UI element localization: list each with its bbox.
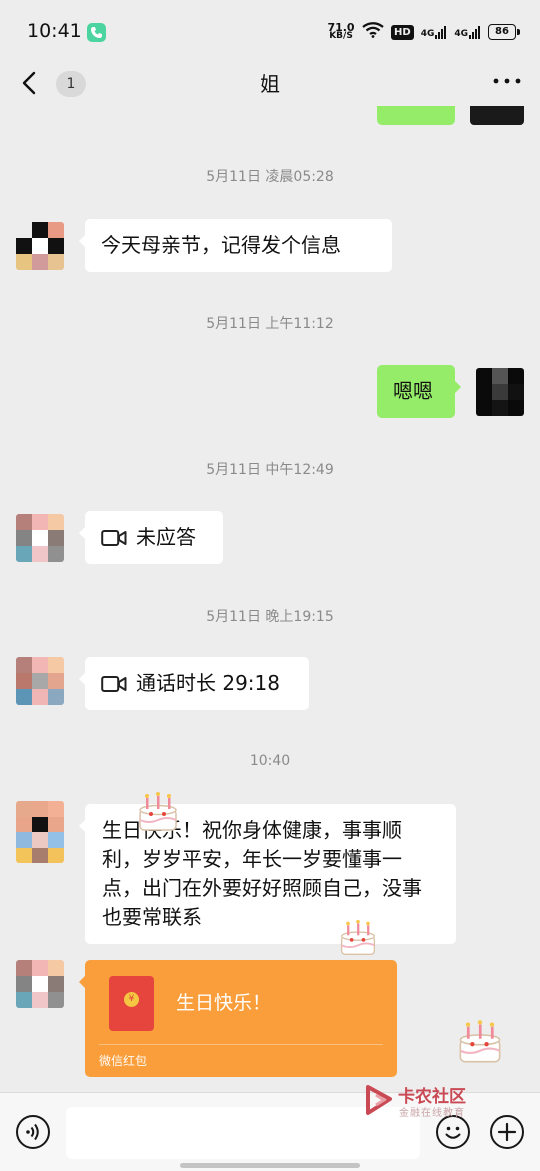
status-bar: 10:41 71.0 KB/S HD 4G 4G 86: [0, 0, 540, 58]
status-icons: 71.0 KB/S HD 4G 4G 86: [327, 20, 520, 44]
more-icon: [493, 78, 521, 84]
contact-avatar[interactable]: [16, 657, 64, 705]
call-record-bubble[interactable]: 未应答: [79, 511, 223, 564]
chat-header: 1 姐: [0, 58, 540, 106]
more-options-button[interactable]: [492, 68, 522, 94]
contact-avatar[interactable]: [16, 960, 64, 1008]
timestamp: 5月11日 中午12:49: [206, 462, 334, 478]
call-record-bubble[interactable]: 通话时长 29:18: [79, 657, 309, 710]
previous-avatar: [470, 106, 524, 125]
voice-icon: [26, 1123, 39, 1141]
voice-input-button[interactable]: [16, 1115, 50, 1149]
watermark: 卡农社区 金融在线教育: [362, 1083, 482, 1119]
contact-avatar[interactable]: [16, 222, 64, 270]
status-time: 10:41: [27, 20, 82, 42]
watermark-logo-icon: [366, 1085, 392, 1115]
ongoing-call-icon: [87, 23, 106, 42]
video-call-icon: [101, 675, 127, 692]
contact-avatar[interactable]: [16, 801, 64, 863]
red-packet-greeting: 生日快乐！: [176, 992, 272, 1014]
red-packet-label: 微信红包: [99, 1054, 148, 1068]
call-duration-text: 通话时长 29:18: [136, 671, 280, 695]
watermark-subtitle: 金融在线教育: [399, 1108, 465, 1119]
chat-title: 姐: [260, 72, 280, 96]
chat-history[interactable]: 5月11日 凌晨05:28 今天母亲节，记得发个信息 5月11日 上午11:12…: [0, 106, 540, 1092]
plus-icon: [497, 1122, 517, 1142]
battery-icon: 86: [488, 24, 520, 40]
cake-emoji-icon: [139, 792, 177, 831]
message-bubble[interactable]: 今天母亲节，记得发个信息: [79, 219, 392, 272]
red-packet-icon: ¥: [109, 976, 154, 1031]
timestamp: 5月11日 凌晨05:28: [206, 169, 334, 185]
signal-icon: 4G: [421, 25, 448, 39]
wifi-icon: [362, 22, 384, 42]
more-functions-button[interactable]: [490, 1115, 524, 1149]
divider: [99, 1044, 383, 1045]
signal-icon-2: 4G: [454, 25, 481, 39]
timestamp: 5月11日 晚上19:15: [206, 609, 334, 625]
my-avatar[interactable]: [476, 368, 524, 416]
net-speed: 71.0 KB/S: [327, 21, 355, 41]
red-packet-coin-icon: ¥: [124, 992, 139, 1007]
hd-icon: HD: [391, 24, 414, 40]
emoji-icon: [445, 1126, 461, 1139]
my-message-bubble[interactable]: 嗯嗯: [377, 365, 461, 418]
timestamp: 5月11日 上午11:12: [206, 316, 334, 332]
previous-message-bubble: [377, 106, 455, 125]
cake-emoji-icon: [340, 919, 376, 956]
emoji-button[interactable]: [436, 1115, 470, 1149]
video-call-icon: [101, 529, 127, 546]
home-indicator[interactable]: [180, 1163, 360, 1168]
contact-avatar[interactable]: [16, 514, 64, 562]
cake-emoji-icon: [459, 1020, 501, 1063]
call-status-text: 未应答: [136, 525, 196, 549]
timestamp: 10:40: [249, 753, 291, 769]
red-packet-message[interactable]: ¥ 生日快乐！ 微信红包: [79, 960, 397, 1077]
